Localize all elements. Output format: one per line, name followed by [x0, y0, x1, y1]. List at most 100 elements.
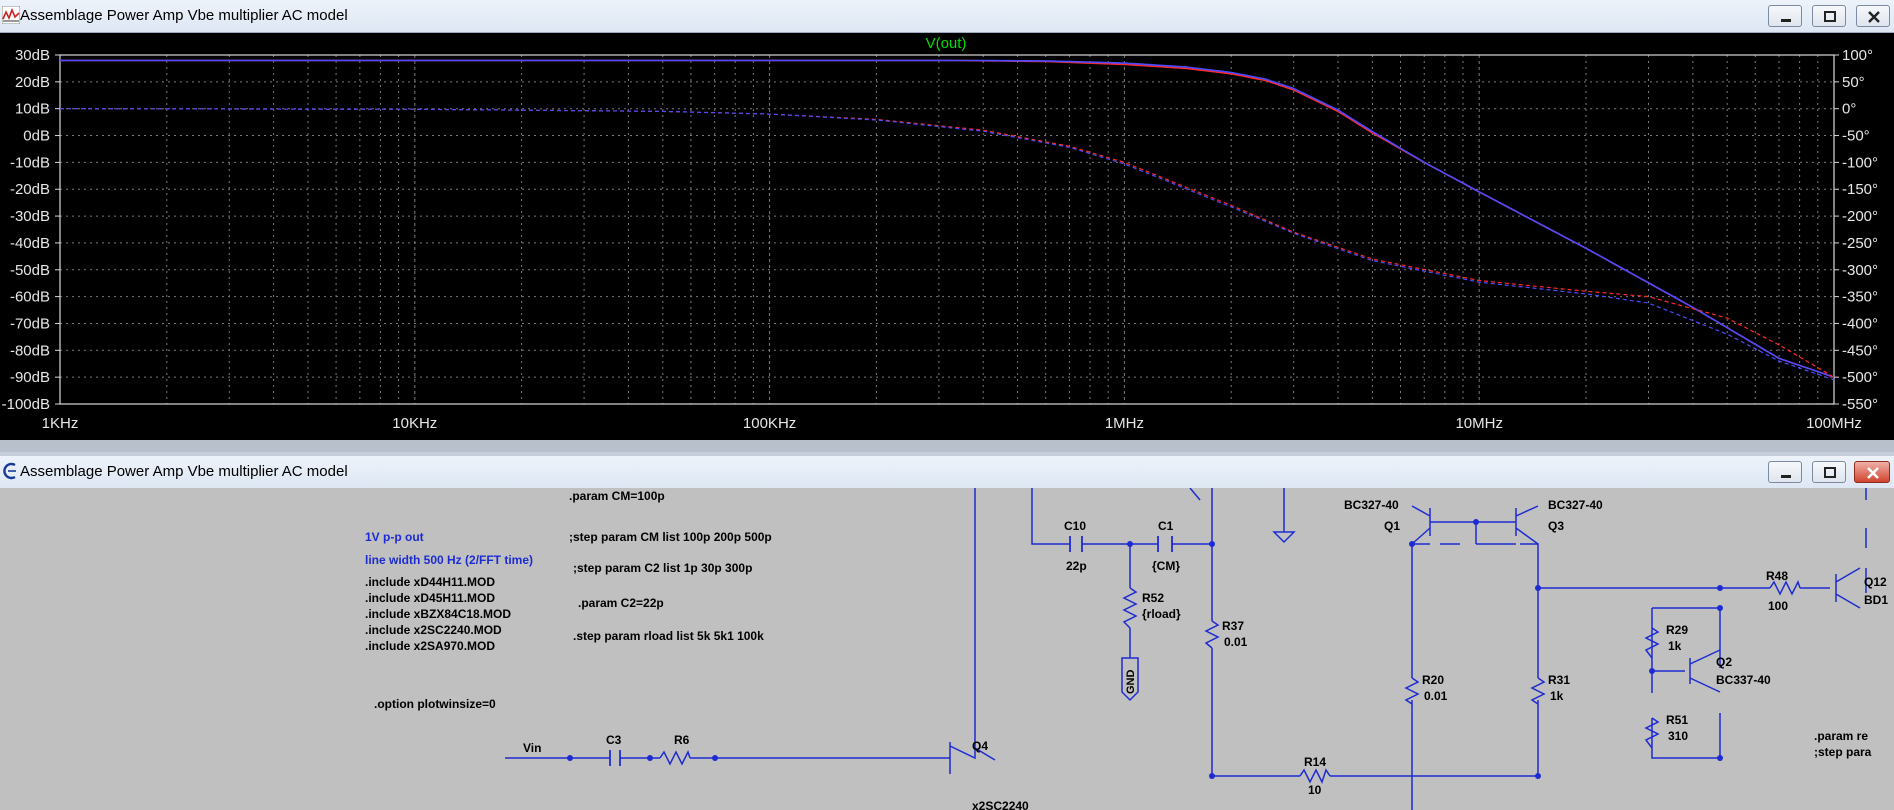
schematic-canvas[interactable]: .param CM=100p ;step param CM list 100p … [0, 488, 1894, 810]
y-right-tick-label: -400° [1842, 315, 1878, 332]
value-r52: {rload} [1142, 607, 1181, 621]
y-right-tick-label: -350° [1842, 289, 1878, 306]
schematic-app-icon [3, 462, 16, 480]
waveform-app-icon [2, 6, 20, 24]
close-icon [1867, 467, 1879, 479]
label-c3: C3 [606, 733, 622, 747]
y-right-tick-label: 100° [1842, 47, 1873, 64]
comment-vpp[interactable]: 1V p-p out [365, 530, 424, 544]
y-left-tick-label: -60dB [10, 289, 50, 306]
label-q3: Q3 [1548, 519, 1564, 533]
directive-step-cm[interactable]: ;step param CM list 100p 200p 500p [569, 530, 772, 544]
y-left-tick-label: 0dB [23, 128, 50, 145]
gnd-flag[interactable]: GND [1121, 657, 1139, 702]
model-q1: BC327-40 [1344, 498, 1399, 512]
label-vin: Vin [523, 741, 541, 755]
comment-linewidth[interactable]: line width 500 Hz (2/FFT time) [365, 553, 533, 567]
schematic-close-button[interactable] [1854, 461, 1890, 483]
label-c10: C10 [1064, 519, 1086, 533]
label-r14: R14 [1304, 755, 1326, 769]
model-q3: BC327-40 [1548, 498, 1603, 512]
close-button[interactable] [1856, 5, 1890, 27]
x-tick-label: 1KHz [42, 415, 79, 432]
directive-include-1[interactable]: .include xD44H11.MOD [365, 575, 495, 589]
value-r31: 1k [1550, 689, 1564, 703]
bode-chart[interactable]: V(out) 30dB 20dB 10dB 0dB -10dB -20dB -30dB -40… [0, 33, 1894, 440]
y-right-tick-label: -550° [1842, 396, 1878, 413]
resistor-r52[interactable] [1122, 587, 1138, 629]
y-left-tick-label: 20dB [15, 74, 50, 91]
y-right-tick-label: 0° [1842, 101, 1856, 118]
y-left-tick-label: -50dB [10, 262, 50, 279]
label-q4: Q4 [972, 739, 988, 753]
schematic-minimize-button[interactable] [1768, 461, 1802, 483]
directive-step-para[interactable]: ;step para [1814, 745, 1872, 759]
directive-include-4[interactable]: .include x2SC2240.MOD [365, 623, 502, 637]
model-q4: x2SC2240 [972, 799, 1029, 810]
y-left-tick-label: -100dB [2, 396, 50, 413]
directive-step-rload[interactable]: .step param rload list 5k 5k1 100k [573, 629, 764, 643]
capacitor-c3[interactable] [609, 750, 621, 766]
y-left-tick-label: -90dB [10, 369, 50, 386]
capacitor-c10[interactable] [1069, 536, 1083, 552]
trace-label-vout[interactable]: V(out) [926, 35, 967, 52]
trace-magnitude-0[interactable] [60, 59, 1835, 378]
ground-symbol[interactable] [1272, 531, 1296, 544]
window-separator [0, 440, 1894, 452]
close-icon [1868, 11, 1880, 23]
x-tick-label: 1MHz [1105, 415, 1144, 432]
y-left-tick-label: -80dB [10, 342, 50, 359]
resistor-r37[interactable] [1204, 620, 1220, 649]
x-tick-label: 100KHz [743, 415, 796, 432]
model-q12: BD1 [1864, 593, 1888, 607]
value-r48: 100 [1768, 599, 1788, 613]
trace-magnitude-1[interactable] [60, 59, 1835, 378]
plot-window-titlebar[interactable]: Assemblage Power Amp Vbe multiplier AC m… [0, 0, 1894, 33]
schematic-maximize-button[interactable] [1812, 461, 1846, 483]
x-tick-label: 10KHz [392, 415, 437, 432]
schematic-window-titlebar[interactable]: Assemblage Power Amp Vbe multiplier AC m… [0, 456, 1894, 489]
label-r20: R20 [1422, 673, 1444, 687]
transistor-q1[interactable] [1411, 505, 1476, 545]
transistor-q3[interactable] [1475, 505, 1539, 545]
trace-phase-3[interactable] [60, 108, 1835, 381]
directive-param-c2[interactable]: .param C2=22p [578, 596, 664, 610]
y-right-tick-label: -500° [1842, 369, 1878, 386]
directive-step-c2[interactable]: ;step param C2 list 1p 30p 300p [573, 561, 752, 575]
y-right-tick-label: -200° [1842, 208, 1878, 225]
capacitor-c1[interactable] [1157, 536, 1173, 552]
maximize-icon [1824, 467, 1836, 478]
minimize-button[interactable] [1768, 5, 1802, 27]
plot-grid [59, 54, 1834, 405]
y-left-tick-label: -20dB [10, 181, 50, 198]
resistor-r48[interactable] [1769, 580, 1801, 596]
minimize-icon [1781, 19, 1791, 22]
directive-include-2[interactable]: .include xD45H11.MOD [365, 591, 495, 605]
label-q2: Q2 [1716, 655, 1732, 669]
resistor-r14[interactable] [1299, 768, 1331, 784]
schematic-window: Assemblage Power Amp Vbe multiplier AC m… [0, 456, 1894, 810]
plot-area[interactable]: V(out) 30dB 20dB 10dB 0dB -10dB -20dB -30dB -40… [0, 33, 1894, 440]
minimize-icon [1781, 475, 1791, 478]
y-left-tick-label: -70dB [10, 315, 50, 332]
transistor-q12[interactable] [1835, 567, 1861, 609]
label-q12: Q12 [1864, 575, 1887, 589]
value-r51: 310 [1668, 729, 1688, 743]
value-r29: 1k [1668, 639, 1682, 653]
y-right-tick-label: -100° [1842, 154, 1878, 171]
label-c1: C1 [1158, 519, 1174, 533]
plot-axes: 30dB 20dB 10dB 0dB -10dB -20dB -30dB -40dB -50dB… [2, 47, 1878, 432]
value-r37: 0.01 [1224, 635, 1248, 649]
label-r37: R37 [1222, 619, 1244, 633]
label-r52: R52 [1142, 591, 1164, 605]
directive-option[interactable]: .option plotwinsize=0 [374, 697, 496, 711]
y-right-tick-label: -450° [1842, 342, 1878, 359]
plot-frame [59, 54, 1835, 405]
directive-param-cm[interactable]: .param CM=100p [569, 489, 665, 503]
directive-include-5[interactable]: .include x2SA970.MOD [365, 639, 495, 653]
maximize-button[interactable] [1812, 5, 1846, 27]
resistor-r6[interactable] [659, 750, 691, 766]
y-left-tick-label: -10dB [10, 154, 50, 171]
directive-param-re[interactable]: .param re [1814, 729, 1868, 743]
directive-include-3[interactable]: .include xBZX84C18.MOD [365, 607, 511, 621]
